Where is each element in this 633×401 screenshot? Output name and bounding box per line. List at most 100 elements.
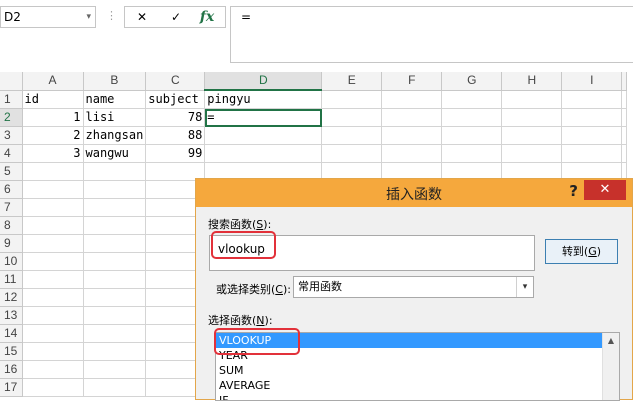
- cell-g4[interactable]: [441, 144, 503, 163]
- check-icon[interactable]: ✓: [166, 8, 186, 26]
- cell-b10[interactable]: [83, 252, 147, 271]
- category-select[interactable]: 常用函数 ▾: [293, 276, 534, 298]
- cell-a11[interactable]: [22, 270, 84, 289]
- function-list-item[interactable]: YEAR: [216, 348, 619, 363]
- search-function-input[interactable]: vlookup: [209, 235, 535, 271]
- row-header[interactable]: 17: [0, 378, 23, 397]
- cell-g2[interactable]: [441, 108, 503, 127]
- column-header-e[interactable]: E: [321, 72, 383, 91]
- cell-b13[interactable]: [83, 306, 147, 325]
- cell-a9[interactable]: [22, 234, 84, 253]
- cell-e3[interactable]: [321, 126, 383, 145]
- help-icon[interactable]: ?: [569, 182, 578, 200]
- cancel-icon[interactable]: ✕: [132, 8, 152, 26]
- cell-a12[interactable]: [22, 288, 84, 307]
- cell-g1[interactable]: [441, 90, 503, 109]
- column-header-b[interactable]: B: [83, 72, 147, 91]
- cell-b6[interactable]: [83, 180, 147, 199]
- row-header[interactable]: 14: [0, 324, 23, 343]
- chevron-down-icon[interactable]: ▾: [516, 277, 533, 297]
- cell-a17[interactable]: [22, 378, 84, 397]
- cell-overflow[interactable]: [621, 144, 628, 163]
- row-header[interactable]: 3: [0, 126, 23, 145]
- cell-g3[interactable]: [441, 126, 503, 145]
- column-header-h[interactable]: H: [501, 72, 563, 91]
- row-header[interactable]: 15: [0, 342, 23, 361]
- row-header[interactable]: 8: [0, 216, 23, 235]
- cell-e1[interactable]: [321, 90, 383, 109]
- list-scrollbar[interactable]: ▲: [602, 333, 619, 400]
- cell-a16[interactable]: [22, 360, 84, 379]
- cell-a3[interactable]: 2: [22, 126, 84, 145]
- cell-b5[interactable]: [83, 162, 147, 181]
- cell-b7[interactable]: [83, 198, 147, 217]
- cell-d1[interactable]: pingyu: [204, 90, 323, 109]
- cell-b17[interactable]: [83, 378, 147, 397]
- cell-d4[interactable]: [204, 144, 323, 163]
- cell-b12[interactable]: [83, 288, 147, 307]
- cell-i4[interactable]: [561, 144, 623, 163]
- function-list-item[interactable]: AVERAGE: [216, 378, 619, 393]
- cell-d2[interactable]: =: [204, 108, 323, 127]
- cell-b4[interactable]: wangwu: [83, 144, 147, 163]
- cell-b11[interactable]: [83, 270, 147, 289]
- cell-c2[interactable]: 78: [145, 108, 206, 127]
- cell-b9[interactable]: [83, 234, 147, 253]
- row-header[interactable]: 5: [0, 162, 23, 181]
- cell-a2[interactable]: 1: [22, 108, 84, 127]
- function-list-item[interactable]: VLOOKUP: [216, 333, 602, 348]
- cell-e2[interactable]: [321, 108, 383, 127]
- cell-f2[interactable]: [381, 108, 443, 127]
- column-header-f[interactable]: F: [381, 72, 443, 91]
- row-header[interactable]: 12: [0, 288, 23, 307]
- cell-h4[interactable]: [501, 144, 563, 163]
- name-box[interactable]: D2 ▾: [0, 6, 96, 28]
- column-header-g[interactable]: G: [441, 72, 503, 91]
- cell-a4[interactable]: 3: [22, 144, 84, 163]
- drag-handle-icon[interactable]: ⋮: [106, 9, 117, 22]
- cell-a15[interactable]: [22, 342, 84, 361]
- dialog-title-bar[interactable]: 插入函数 ? ✕: [196, 179, 632, 207]
- function-list[interactable]: VLOOKUP YEAR SUM AVERAGE IF ▲: [215, 332, 620, 401]
- column-header-c[interactable]: C: [145, 72, 206, 91]
- row-header[interactable]: 10: [0, 252, 23, 271]
- cell-h1[interactable]: [501, 90, 563, 109]
- row-header[interactable]: 11: [0, 270, 23, 289]
- cell-b15[interactable]: [83, 342, 147, 361]
- row-header[interactable]: 16: [0, 360, 23, 379]
- column-header-overflow[interactable]: [621, 72, 628, 91]
- cell-c4[interactable]: 99: [145, 144, 206, 163]
- cell-e4[interactable]: [321, 144, 383, 163]
- cell-f4[interactable]: [381, 144, 443, 163]
- cell-a14[interactable]: [22, 324, 84, 343]
- cell-b2[interactable]: lisi: [83, 108, 147, 127]
- scroll-up-icon[interactable]: ▲: [603, 333, 619, 349]
- cell-i1[interactable]: [561, 90, 623, 109]
- row-header[interactable]: 4: [0, 144, 23, 163]
- cell-a13[interactable]: [22, 306, 84, 325]
- cell-i3[interactable]: [561, 126, 623, 145]
- cell-a5[interactable]: [22, 162, 84, 181]
- cell-c3[interactable]: 88: [145, 126, 206, 145]
- cell-b8[interactable]: [83, 216, 147, 235]
- cell-overflow[interactable]: [621, 126, 628, 145]
- cell-b3[interactable]: zhangsan: [83, 126, 147, 145]
- cell-f3[interactable]: [381, 126, 443, 145]
- cell-h3[interactable]: [501, 126, 563, 145]
- function-list-item[interactable]: SUM: [216, 363, 619, 378]
- row-header[interactable]: 13: [0, 306, 23, 325]
- cell-d3[interactable]: [204, 126, 323, 145]
- column-header-d[interactable]: D: [204, 72, 323, 91]
- select-all-corner[interactable]: [0, 72, 23, 91]
- cell-a8[interactable]: [22, 216, 84, 235]
- chevron-down-icon[interactable]: ▾: [86, 7, 91, 27]
- cell-c1[interactable]: subject: [145, 90, 206, 109]
- cell-b14[interactable]: [83, 324, 147, 343]
- cell-a1[interactable]: id: [22, 90, 84, 109]
- cell-b16[interactable]: [83, 360, 147, 379]
- row-header[interactable]: 6: [0, 180, 23, 199]
- cell-h2[interactable]: [501, 108, 563, 127]
- row-header[interactable]: 7: [0, 198, 23, 217]
- formula-input[interactable]: =: [230, 6, 633, 63]
- column-header-a[interactable]: A: [22, 72, 84, 91]
